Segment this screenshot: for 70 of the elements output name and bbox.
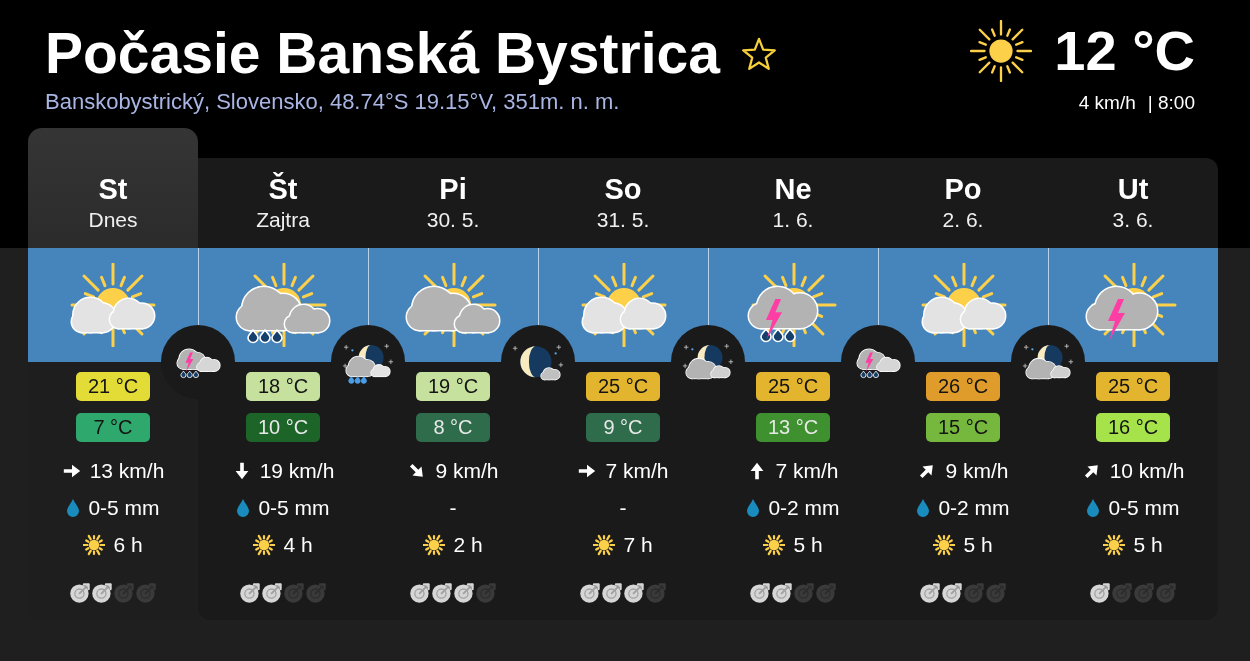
sun-icon bbox=[1103, 534, 1126, 556]
day-header[interactable]: Ut 3. 6. bbox=[1048, 158, 1218, 248]
day-header[interactable]: Pi 30. 5. bbox=[368, 158, 538, 248]
location-subtitle: Banskobystrický, Slovensko, 48.74°S 19.15°V, 351m. n. m. bbox=[45, 89, 621, 115]
day-header[interactable]: Št Zajtra bbox=[198, 158, 368, 248]
sun-icon bbox=[593, 534, 616, 556]
precipitation: 0-5 mm bbox=[258, 495, 330, 521]
day-header[interactable]: Po 2. 6. bbox=[878, 158, 1048, 248]
high-temperature-badge: 26 °C bbox=[926, 372, 1000, 401]
sunshine-hours: 2 h bbox=[453, 532, 483, 558]
current-temperature: 12 °C bbox=[1054, 19, 1195, 83]
wind-speed: 19 km/h bbox=[259, 458, 335, 484]
day-name: Ne bbox=[774, 173, 812, 205]
high-temperature-badge: 18 °C bbox=[246, 372, 320, 401]
high-temperature-badge: 19 °C bbox=[416, 372, 490, 401]
precipitation: 0-5 mm bbox=[1108, 495, 1180, 521]
wind-speed: 7 km/h bbox=[605, 458, 669, 484]
day-date: 30. 5. bbox=[426, 208, 480, 232]
precipitation: 0-2 mm bbox=[938, 495, 1010, 521]
precipitation: - bbox=[619, 495, 627, 521]
day-date: Zajtra bbox=[256, 208, 310, 232]
day-date: Dnes bbox=[88, 208, 138, 232]
high-temperature-badge: 21 °C bbox=[76, 372, 150, 401]
page-title: Počasie Banská Bystrica bbox=[45, 21, 720, 86]
sunshine-hours: 5 h bbox=[1133, 532, 1163, 558]
day-name: Ut bbox=[1117, 173, 1149, 205]
sun-icon bbox=[83, 534, 106, 556]
day-name: Po bbox=[944, 173, 982, 205]
day-name: So bbox=[604, 173, 642, 205]
sun-icon bbox=[970, 20, 1033, 82]
wind-speed: 10 km/h bbox=[1109, 458, 1185, 484]
sun-icon bbox=[423, 534, 446, 556]
sunshine-hours: 6 h bbox=[113, 532, 143, 558]
high-temperature-badge: 25 °C bbox=[756, 372, 830, 401]
high-temperature-badge: 25 °C bbox=[1096, 372, 1170, 401]
day-date: 1. 6. bbox=[772, 208, 814, 232]
day-name: Št bbox=[268, 173, 298, 205]
day-header[interactable]: St Dnes bbox=[28, 128, 198, 248]
sun-icon bbox=[933, 534, 956, 556]
current-wind: 4 km/h bbox=[1078, 92, 1136, 114]
sunshine-hours: 4 h bbox=[283, 532, 313, 558]
sunshine-hours: 5 h bbox=[793, 532, 823, 558]
day-date: 3. 6. bbox=[1112, 208, 1154, 232]
low-temperature-badge: 15 °C bbox=[926, 413, 1000, 442]
precipitation: 0-5 mm bbox=[88, 495, 160, 521]
low-temperature-badge: 7 °C bbox=[76, 413, 150, 442]
low-temperature-badge: 16 °C bbox=[1096, 413, 1170, 442]
sunshine-hours: 5 h bbox=[963, 532, 993, 558]
wind-speed: 9 km/h bbox=[435, 458, 499, 484]
precipitation: - bbox=[449, 495, 457, 521]
wind-speed: 13 km/h bbox=[89, 458, 165, 484]
star-icon[interactable] bbox=[739, 35, 778, 72]
day-header[interactable]: Ne 1. 6. bbox=[708, 158, 878, 248]
wind-speed: 9 km/h bbox=[945, 458, 1009, 484]
low-temperature-badge: 8 °C bbox=[416, 413, 490, 442]
day-name: Pi bbox=[439, 173, 467, 205]
day-header[interactable]: So 31. 5. bbox=[538, 158, 708, 248]
low-temperature-badge: 13 °C bbox=[756, 413, 830, 442]
high-temperature-badge: 25 °C bbox=[586, 372, 660, 401]
sunshine-hours: 7 h bbox=[623, 532, 653, 558]
precipitation: 0-2 mm bbox=[768, 495, 840, 521]
sun-icon bbox=[763, 534, 786, 556]
day-date: 2. 6. bbox=[942, 208, 984, 232]
low-temperature-badge: 10 °C bbox=[246, 413, 320, 442]
low-temperature-badge: 9 °C bbox=[586, 413, 660, 442]
wind-speed: 7 km/h bbox=[775, 458, 839, 484]
sun-icon bbox=[253, 534, 276, 556]
day-name: St bbox=[98, 173, 128, 205]
day-date: 31. 5. bbox=[596, 208, 650, 232]
observation-time: | 8:00 bbox=[1147, 92, 1195, 114]
